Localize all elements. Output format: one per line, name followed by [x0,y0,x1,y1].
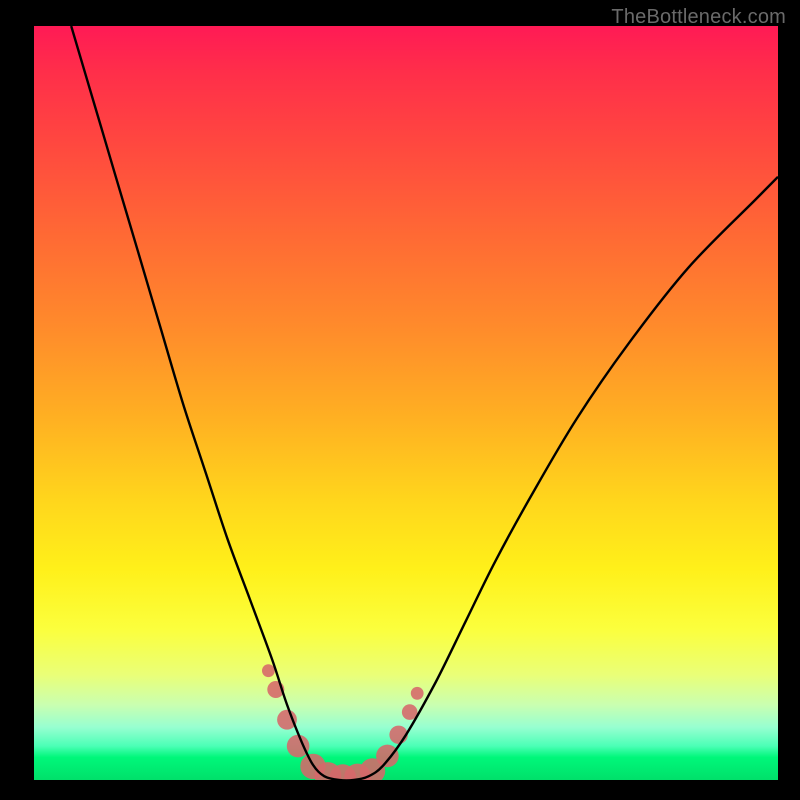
bottleneck-curve [34,26,778,780]
watermark-text: TheBottleneck.com [611,6,786,29]
chart-frame: TheBottleneck.com [0,0,800,800]
plot-area [34,26,778,780]
